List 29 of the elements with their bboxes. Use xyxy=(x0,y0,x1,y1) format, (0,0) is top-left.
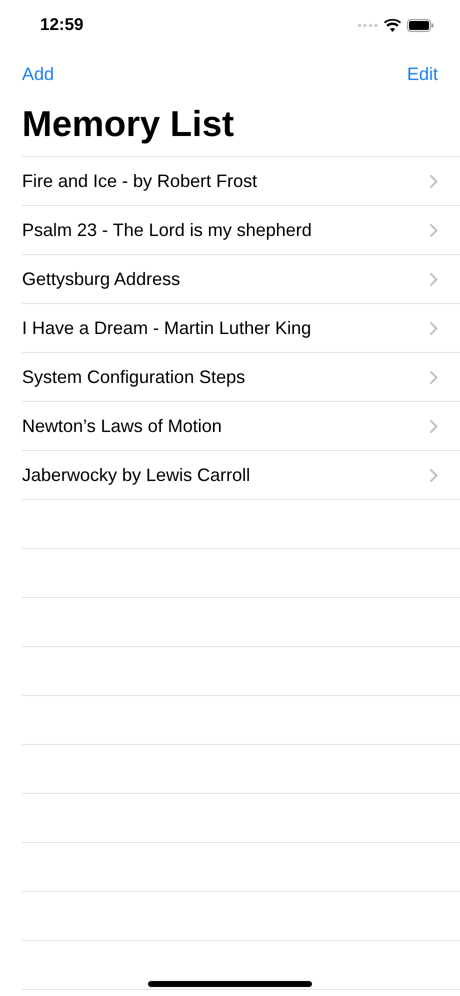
row-title: System Configuration Steps xyxy=(22,366,246,388)
chevron-icon xyxy=(430,370,438,384)
chevron-icon xyxy=(430,174,438,188)
page-title: Memory List xyxy=(22,102,236,146)
list-row[interactable]: Psalm 23 - The Lord is my shepherd xyxy=(22,206,460,255)
row-title: Newton’s Laws of Motion xyxy=(22,416,223,436)
wifi-icon xyxy=(384,18,401,32)
row-title: Fire and Ice - by Robert Frost xyxy=(22,170,258,192)
signal-icon xyxy=(358,24,378,26)
list-row[interactable]: System Configuration Steps xyxy=(22,353,460,402)
chevron-icon xyxy=(430,468,438,482)
edit-button[interactable]: Edit xyxy=(406,64,438,84)
chevron-icon xyxy=(430,272,438,286)
home-indicator[interactable] xyxy=(148,981,312,987)
list-row[interactable]: Newton’s Laws of Motion xyxy=(22,402,460,451)
battery-icon xyxy=(407,18,434,32)
row-title: I Have a Dream - Martin Luther King xyxy=(22,318,312,338)
row-title: Gettysburg Address xyxy=(22,268,182,290)
list-row[interactable]: I Have a Dream - Martin Luther King xyxy=(22,304,460,353)
chevron-icon xyxy=(430,224,438,236)
add-button[interactable]: Add xyxy=(22,64,54,84)
list-row[interactable]: Fire and Ice - by Robert Frost xyxy=(22,157,460,206)
chevron-icon xyxy=(430,420,438,432)
list-row[interactable]: Jaberwocky by Lewis Carroll xyxy=(22,451,460,500)
chevron-icon xyxy=(430,322,438,334)
list-row[interactable]: Gettysburg Address xyxy=(22,255,460,304)
status-time: 12:59 xyxy=(40,15,84,35)
row-title: Jaberwocky by Lewis Carroll xyxy=(22,464,252,486)
row-title: Psalm 23 - The Lord is my shepherd xyxy=(22,220,313,240)
